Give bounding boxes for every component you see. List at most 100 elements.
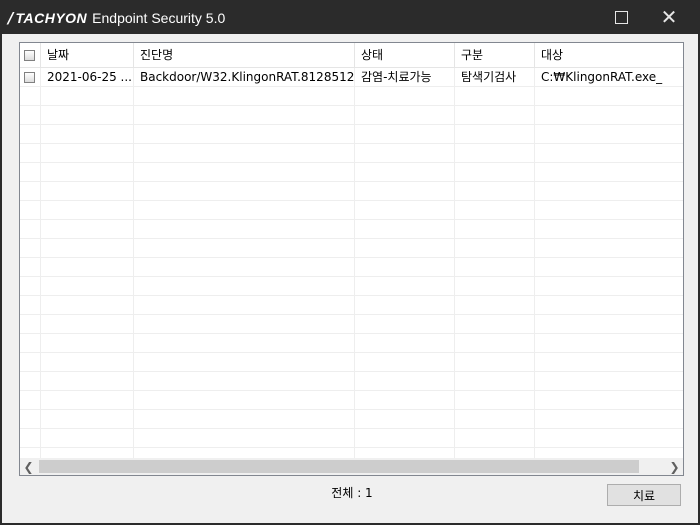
app-logo: / TACHYON Endpoint Security 5.0 bbox=[8, 9, 225, 27]
empty-cell bbox=[41, 239, 134, 258]
list-grid: 2021-06-25 ... Backdoor/W32.KlingonRAT.8… bbox=[20, 68, 683, 467]
empty-cell bbox=[535, 429, 683, 448]
empty-cell bbox=[535, 258, 683, 277]
column-header-date[interactable]: 날짜 bbox=[41, 43, 134, 67]
empty-cell bbox=[355, 163, 455, 182]
empty-cell bbox=[20, 144, 41, 163]
empty-cell bbox=[41, 125, 134, 144]
empty-cell bbox=[535, 315, 683, 334]
brand-name: TACHYON bbox=[15, 10, 88, 26]
empty-cell bbox=[20, 201, 41, 220]
column-header-type[interactable]: 구분 bbox=[455, 43, 535, 67]
row-checkbox-cell bbox=[20, 68, 41, 87]
empty-cell bbox=[455, 144, 535, 163]
empty-cell bbox=[20, 429, 41, 448]
empty-row bbox=[20, 87, 683, 106]
empty-cell bbox=[20, 334, 41, 353]
scrollbar-thumb[interactable] bbox=[39, 460, 639, 473]
cure-button[interactable]: 치료 bbox=[607, 484, 681, 506]
empty-cell bbox=[20, 277, 41, 296]
empty-cell bbox=[535, 372, 683, 391]
empty-cell bbox=[41, 410, 134, 429]
empty-cell bbox=[41, 372, 134, 391]
empty-cell bbox=[355, 315, 455, 334]
empty-cell bbox=[20, 410, 41, 429]
horizontal-scrollbar[interactable]: ❮ ❯ bbox=[20, 458, 683, 475]
empty-cell bbox=[455, 220, 535, 239]
empty-row bbox=[20, 239, 683, 258]
empty-cell bbox=[134, 391, 355, 410]
select-all-checkbox[interactable] bbox=[24, 50, 35, 61]
empty-cell bbox=[535, 239, 683, 258]
empty-cell bbox=[535, 182, 683, 201]
empty-cell bbox=[355, 277, 455, 296]
empty-cell bbox=[355, 429, 455, 448]
total-count: 전체 : 1 bbox=[331, 486, 373, 500]
empty-cell bbox=[41, 353, 134, 372]
empty-cell bbox=[41, 429, 134, 448]
close-button[interactable]: ✕ bbox=[646, 0, 692, 34]
column-header-name[interactable]: 진단명 bbox=[134, 43, 355, 67]
empty-cell bbox=[535, 87, 683, 106]
empty-cell bbox=[355, 182, 455, 201]
empty-cell bbox=[134, 144, 355, 163]
empty-cell bbox=[455, 125, 535, 144]
empty-cell bbox=[355, 106, 455, 125]
empty-cell bbox=[535, 144, 683, 163]
cell-date: 2021-06-25 ... bbox=[41, 68, 134, 87]
empty-cell bbox=[134, 315, 355, 334]
empty-cell bbox=[20, 182, 41, 201]
empty-cell bbox=[535, 410, 683, 429]
empty-row bbox=[20, 163, 683, 182]
empty-cell bbox=[535, 334, 683, 353]
close-icon: ✕ bbox=[660, 5, 678, 29]
row-checkbox[interactable] bbox=[24, 72, 35, 83]
scroll-right-icon[interactable]: ❯ bbox=[666, 458, 683, 475]
empty-cell bbox=[455, 315, 535, 334]
column-header-target[interactable]: 대상 bbox=[535, 43, 683, 67]
column-header-status[interactable]: 상태 bbox=[355, 43, 455, 67]
empty-cell bbox=[535, 201, 683, 220]
empty-cell bbox=[355, 296, 455, 315]
empty-cell bbox=[134, 410, 355, 429]
empty-cell bbox=[535, 125, 683, 144]
empty-cell bbox=[535, 391, 683, 410]
empty-row bbox=[20, 106, 683, 125]
empty-cell bbox=[355, 391, 455, 410]
empty-cell bbox=[134, 201, 355, 220]
empty-cell bbox=[20, 391, 41, 410]
cell-type: 탐색기검사 bbox=[455, 68, 535, 87]
empty-cell bbox=[455, 163, 535, 182]
empty-cell bbox=[455, 334, 535, 353]
empty-row bbox=[20, 315, 683, 334]
logo-slash-icon: / bbox=[8, 9, 14, 27]
empty-row bbox=[20, 296, 683, 315]
empty-cell bbox=[355, 87, 455, 106]
detection-list[interactable]: 날짜 진단명 상태 구분 대상 2021-06-25 ... Backdoor/… bbox=[19, 42, 684, 476]
cell-status: 감염-치료가능 bbox=[355, 68, 455, 87]
empty-row bbox=[20, 372, 683, 391]
maximize-button[interactable] bbox=[598, 0, 644, 34]
empty-cell bbox=[455, 391, 535, 410]
select-all-checkbox-cell bbox=[20, 43, 41, 67]
empty-cell bbox=[41, 106, 134, 125]
empty-cell bbox=[134, 372, 355, 391]
empty-row bbox=[20, 277, 683, 296]
empty-cell bbox=[535, 220, 683, 239]
empty-cell bbox=[134, 429, 355, 448]
table-row[interactable]: 2021-06-25 ... Backdoor/W32.KlingonRAT.8… bbox=[20, 68, 683, 87]
empty-cell bbox=[355, 239, 455, 258]
empty-row bbox=[20, 144, 683, 163]
empty-cell bbox=[134, 106, 355, 125]
empty-cell bbox=[355, 220, 455, 239]
maximize-icon bbox=[614, 10, 628, 24]
empty-row bbox=[20, 353, 683, 372]
empty-row bbox=[20, 182, 683, 201]
empty-cell bbox=[134, 163, 355, 182]
cell-name: Backdoor/W32.KlingonRAT.8128512 bbox=[134, 68, 355, 87]
empty-cell bbox=[455, 258, 535, 277]
empty-cell bbox=[41, 201, 134, 220]
scroll-left-icon[interactable]: ❮ bbox=[20, 458, 37, 475]
empty-cell bbox=[455, 410, 535, 429]
empty-cell bbox=[134, 87, 355, 106]
